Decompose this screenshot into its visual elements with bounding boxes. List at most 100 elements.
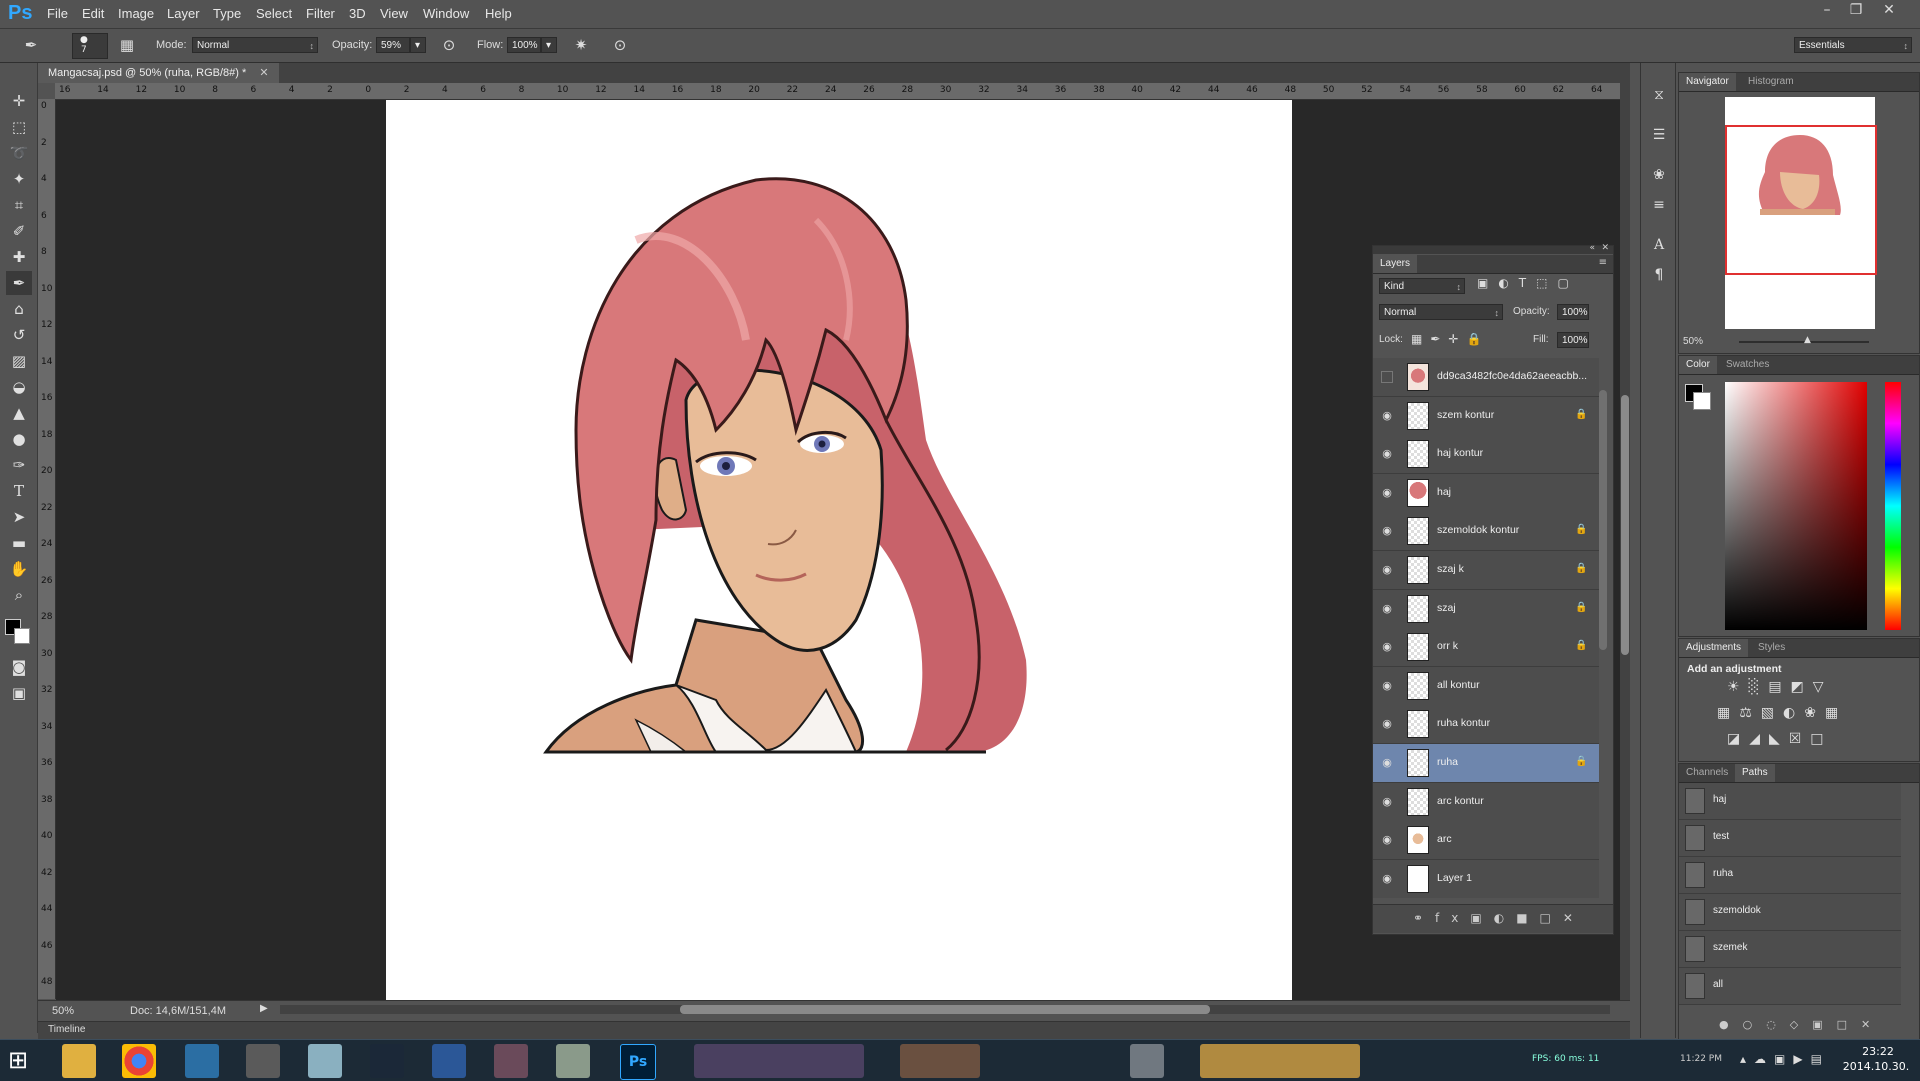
eye-icon[interactable]: ◉ xyxy=(1379,872,1395,886)
hue-slider[interactable] xyxy=(1885,382,1901,630)
tab-styles[interactable]: Styles xyxy=(1751,639,1792,657)
navigator-view-box[interactable] xyxy=(1725,125,1877,275)
tab-paths[interactable]: Paths xyxy=(1735,764,1775,782)
layer-thumbnail[interactable] xyxy=(1407,478,1429,507)
menu-type[interactable]: Type xyxy=(213,6,241,21)
eye-icon[interactable]: ◉ xyxy=(1379,524,1395,538)
menu-3d[interactable]: 3D xyxy=(349,6,366,21)
crop-tool-icon[interactable]: ⌗ xyxy=(6,193,32,217)
timeline-panel-bar[interactable]: Timeline xyxy=(38,1021,1630,1039)
pinned-apps-group-2[interactable] xyxy=(900,1044,980,1078)
menu-image[interactable]: Image xyxy=(118,6,154,21)
brush-settings-icon[interactable]: ≡ xyxy=(1649,197,1669,217)
history-icon[interactable]: ⧖ xyxy=(1649,87,1669,107)
pressure-size-icon[interactable]: ⊙ xyxy=(609,34,631,56)
color-background-swatch[interactable] xyxy=(1693,392,1711,410)
photoshop-taskbar-icon[interactable]: Ps xyxy=(620,1044,656,1080)
path-row[interactable]: all xyxy=(1679,968,1901,1005)
status-menu-arrow-icon[interactable]: ▶ xyxy=(260,1003,268,1014)
layer-fill-input[interactable]: 100% xyxy=(1557,332,1589,348)
paragraph-icon[interactable]: ¶ xyxy=(1649,267,1669,287)
menu-file[interactable]: File xyxy=(47,6,68,21)
tab-navigator[interactable]: Navigator xyxy=(1679,73,1736,91)
vertical-scroll-thumb[interactable] xyxy=(1621,395,1629,655)
eye-icon[interactable]: ◉ xyxy=(1379,756,1395,770)
layer-row[interactable]: ◉ arc xyxy=(1373,821,1599,861)
horizontal-scroll-thumb[interactable] xyxy=(680,1005,1210,1014)
word-icon[interactable] xyxy=(432,1044,466,1078)
layer-thumbnail[interactable] xyxy=(1407,440,1429,469)
dodge-tool-icon[interactable]: ● xyxy=(6,427,32,451)
opacity-input[interactable]: 59% xyxy=(376,37,410,53)
eye-icon[interactable]: ◉ xyxy=(1379,563,1395,577)
layer-row[interactable]: ◉ szaj 🔒 xyxy=(1373,589,1599,629)
clock-date[interactable]: 2014.10.30. xyxy=(1838,1060,1914,1073)
layer-filter-icons[interactable]: ▣◐T⬚▢ xyxy=(1477,276,1579,290)
eye-icon[interactable]: ◉ xyxy=(1379,717,1395,731)
layer-thumbnail[interactable] xyxy=(1407,594,1429,623)
collapse-panel-icon[interactable]: « xyxy=(1589,243,1595,253)
layer-thumbnail[interactable] xyxy=(1407,556,1429,584)
path-row[interactable]: haj xyxy=(1679,783,1901,820)
menu-view[interactable]: View xyxy=(380,6,408,21)
close-panel-icon[interactable]: ✕ xyxy=(1601,243,1609,253)
app-icon-4[interactable] xyxy=(494,1044,528,1078)
pinned-apps-group[interactable] xyxy=(694,1044,864,1078)
menu-filter[interactable]: Filter xyxy=(306,6,335,21)
layer-filter-kind[interactable]: Kind xyxy=(1379,278,1465,295)
paths-footer-icons[interactable]: ●○◌◇▣□✕ xyxy=(1719,1018,1884,1031)
hand-tool-icon[interactable]: ✋ xyxy=(6,557,32,581)
quick-mask-icon[interactable]: ◙ xyxy=(6,655,32,679)
flow-input[interactable]: 100% xyxy=(507,37,541,53)
layer-row[interactable]: ◉ Layer 1 xyxy=(1373,859,1599,898)
eye-icon[interactable]: ◉ xyxy=(1379,640,1395,654)
path-row[interactable]: test xyxy=(1679,820,1901,857)
layer-row[interactable]: ◉ arc kontur xyxy=(1373,782,1599,822)
app-icon-6[interactable] xyxy=(1130,1044,1164,1078)
layer-blend-mode[interactable]: Normal xyxy=(1379,304,1503,321)
navigator-zoom[interactable]: 50% xyxy=(1683,336,1703,347)
steam-icon[interactable] xyxy=(370,1044,404,1078)
properties-icon[interactable]: ☰ xyxy=(1649,127,1669,147)
tab-histogram[interactable]: Histogram xyxy=(1741,73,1801,91)
layer-opacity-input[interactable]: 100% xyxy=(1557,304,1589,320)
layer-thumbnail[interactable] xyxy=(1407,864,1429,893)
app-icon-5[interactable] xyxy=(556,1044,590,1078)
layers-footer-icons[interactable]: ⚭fx▣◐■□✕ xyxy=(1413,911,1585,925)
layer-thumbnail[interactable] xyxy=(1407,363,1429,391)
blur-tool-icon[interactable]: ▲ xyxy=(6,401,32,425)
visibility-off-box[interactable] xyxy=(1381,371,1393,383)
document-canvas[interactable] xyxy=(386,100,1292,1000)
screen-mode-icon[interactable]: ▣ xyxy=(6,681,32,705)
brush-tool-preset-icon[interactable]: ✒ xyxy=(20,34,42,56)
adjustment-icons-row-1[interactable]: ☀░▤◩▽ xyxy=(1727,679,1833,695)
tab-swatches[interactable]: Swatches xyxy=(1719,356,1776,374)
layer-row[interactable]: ◉ szemoldok kontur 🔒 xyxy=(1373,512,1599,552)
app-icon-1[interactable] xyxy=(185,1044,219,1078)
layer-row[interactable]: ◉ szaj k 🔒 xyxy=(1373,551,1599,590)
pinned-folders-group[interactable] xyxy=(1200,1044,1360,1078)
layer-thumbnail[interactable] xyxy=(1407,633,1429,662)
zoom-tool-icon[interactable]: ⌕ xyxy=(6,583,32,607)
layer-thumbnail[interactable] xyxy=(1407,787,1429,816)
zoom-level[interactable]: 50% xyxy=(52,1005,74,1017)
app-icon-3[interactable] xyxy=(308,1044,342,1078)
brush-panel-toggle-icon[interactable]: ▦ xyxy=(116,34,138,56)
eye-icon[interactable]: ◉ xyxy=(1379,679,1395,693)
adjustment-icons-row-3[interactable]: ◪◢◣☒□ xyxy=(1727,731,1833,747)
layer-thumbnail[interactable] xyxy=(1407,401,1429,430)
type-tool-icon[interactable]: T xyxy=(6,479,32,503)
color-picker-field[interactable] xyxy=(1725,382,1867,630)
marquee-tool-icon[interactable]: ⬚ xyxy=(6,115,32,139)
move-tool-icon[interactable]: ✛ xyxy=(6,89,32,113)
layer-row[interactable]: ◉ orr k 🔒 xyxy=(1373,628,1599,668)
eye-icon[interactable]: ◉ xyxy=(1379,833,1395,847)
layer-thumbnail[interactable] xyxy=(1407,749,1429,777)
tab-channels[interactable]: Channels xyxy=(1679,764,1735,782)
file-explorer-icon[interactable] xyxy=(62,1044,96,1078)
eye-icon[interactable]: ◉ xyxy=(1379,409,1395,423)
eye-icon[interactable]: ◉ xyxy=(1379,602,1395,616)
windows-start-icon[interactable]: ⊞ xyxy=(8,1046,28,1074)
character-icon[interactable]: A xyxy=(1649,237,1669,257)
clone-stamp-tool-icon[interactable]: ⌂ xyxy=(6,297,32,321)
